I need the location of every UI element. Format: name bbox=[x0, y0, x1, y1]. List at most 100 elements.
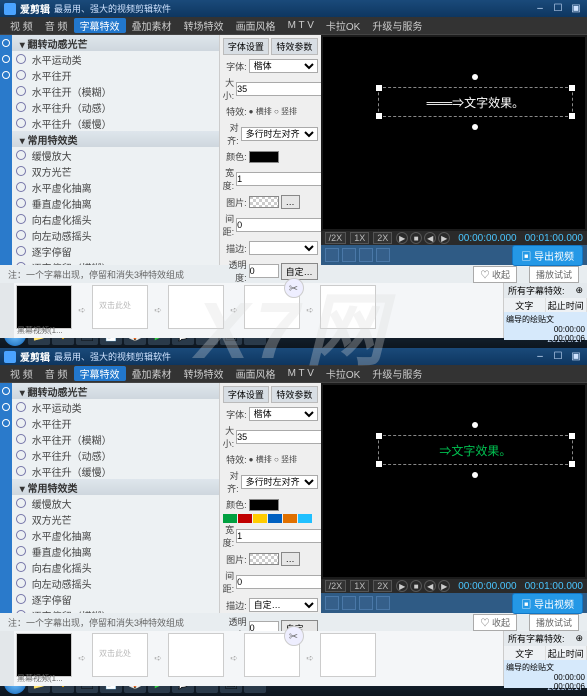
fx-item[interactable]: 向左动感摇头 bbox=[12, 575, 219, 591]
tab-fx[interactable]: 特效参数 bbox=[271, 38, 318, 55]
fx-item[interactable]: 缓慢放大 bbox=[12, 147, 219, 163]
fx-item[interactable]: 逐字停留 bbox=[12, 243, 219, 259]
play-controls[interactable]: ▶■◀▶ bbox=[396, 232, 450, 244]
max-button[interactable]: ☐ bbox=[551, 351, 565, 363]
play-test-button[interactable]: 播放试试 bbox=[529, 614, 579, 631]
clip-row[interactable]: 黑幕视频(1... ➪ 双击此处 ➪ ➪ ➪ bbox=[14, 631, 503, 686]
fx-item[interactable]: 水平虚化抽离 bbox=[12, 527, 219, 543]
zoom-half[interactable]: /2X bbox=[325, 232, 347, 244]
fx-item[interactable]: 缓慢放大 bbox=[12, 495, 219, 511]
fx-item[interactable]: 水平运动类 bbox=[12, 399, 219, 415]
menu-item[interactable]: 转场特效 bbox=[178, 18, 230, 33]
menu-item[interactable]: 视 频 bbox=[4, 366, 39, 381]
menu-item[interactable]: 叠加素材 bbox=[126, 18, 178, 33]
opacity-more[interactable]: 自定… bbox=[281, 263, 318, 280]
menu-item[interactable]: 画面风格 bbox=[230, 18, 282, 33]
opacity-input[interactable] bbox=[249, 264, 279, 278]
fx-item[interactable]: 双方光芒 bbox=[12, 511, 219, 527]
tool-icon-1[interactable] bbox=[325, 248, 339, 262]
align-select[interactable]: 多行时左对齐 bbox=[241, 127, 318, 141]
color-swatch[interactable] bbox=[249, 499, 279, 511]
fx-item[interactable]: 双方光芒 bbox=[12, 163, 219, 179]
menu-item[interactable]: M T V bbox=[282, 20, 320, 31]
fx-item[interactable]: 水平运动类 bbox=[12, 51, 219, 67]
clip-thumb-5[interactable] bbox=[320, 633, 376, 677]
fx-item[interactable]: 水平往升（动感） bbox=[12, 99, 219, 115]
fx-section-header[interactable]: ▾ 翻转动感光芒 bbox=[12, 383, 219, 399]
fx-item[interactable]: 逐字停留（模糊） bbox=[12, 607, 219, 613]
export-button[interactable]: ▣ 导出视频 bbox=[512, 593, 583, 614]
image-browse[interactable]: … bbox=[281, 552, 300, 566]
preview-text-frame[interactable]: ═══⇒文字效果。 bbox=[378, 87, 573, 117]
font-select[interactable]: 楷体 bbox=[249, 407, 318, 421]
fx-item[interactable]: 水平往开（模糊） bbox=[12, 431, 219, 447]
fx-item[interactable]: 向左动感摇头 bbox=[12, 227, 219, 243]
fx-item[interactable]: 向右虚化摇头 bbox=[12, 559, 219, 575]
fx-expand-icon[interactable]: ⊕ bbox=[575, 633, 583, 644]
zoom-1x[interactable]: 1X bbox=[350, 580, 369, 592]
tool-icon-2[interactable] bbox=[342, 248, 356, 262]
left-tool-strip[interactable] bbox=[0, 383, 12, 613]
clip-thumb-2[interactable]: 双击此处 bbox=[92, 285, 148, 329]
effects-list[interactable]: ▾ 翻转动感光芒水平运动类水平往开水平往开（模糊）水平往升（动感）水平往升（缓慢… bbox=[12, 35, 219, 265]
tab-fx[interactable]: 特效参数 bbox=[271, 386, 318, 403]
play-test-button[interactable]: 播放试试 bbox=[529, 266, 579, 283]
menu-item[interactable]: 音 频 bbox=[39, 18, 74, 33]
menu-item[interactable]: 字幕特效 bbox=[74, 366, 126, 381]
fx-item[interactable]: 水平虚化抽离 bbox=[12, 179, 219, 195]
play-controls[interactable]: ▶■◀▶ bbox=[396, 580, 450, 592]
font-select[interactable]: 楷体 bbox=[249, 59, 318, 73]
zoom-1x[interactable]: 1X bbox=[350, 232, 369, 244]
scissor-button[interactable]: ✂ bbox=[284, 278, 304, 298]
clip-thumb-1[interactable]: 黑幕视频(1... bbox=[16, 285, 72, 329]
menu-item[interactable]: 音 频 bbox=[39, 366, 74, 381]
stroke-select[interactable]: 自定… bbox=[249, 598, 318, 612]
fx-expand-icon[interactable]: ⊕ bbox=[575, 285, 583, 296]
collapse-button[interactable]: ♡ 收起 bbox=[473, 614, 517, 631]
fx-item[interactable]: 逐字停留（模糊） bbox=[12, 259, 219, 265]
fx-item[interactable]: 水平往升（缓慢） bbox=[12, 115, 219, 131]
menu-item[interactable]: 卡拉OK bbox=[320, 366, 366, 381]
image-swatch[interactable] bbox=[249, 196, 279, 208]
share-icon[interactable] bbox=[376, 248, 390, 262]
tool-icon-3[interactable] bbox=[359, 596, 373, 610]
fx-item[interactable]: 垂直虚化抽离 bbox=[12, 195, 219, 211]
fx-item[interactable]: 水平往开 bbox=[12, 67, 219, 83]
clip-thumb-1[interactable]: 黑幕视频(1... bbox=[16, 633, 72, 677]
clip-thumb-3[interactable] bbox=[168, 285, 224, 329]
share-icon[interactable] bbox=[376, 596, 390, 610]
fx-section-header[interactable]: ▾ 常用特效类 bbox=[12, 479, 219, 495]
fx-item[interactable]: 向右虚化摇头 bbox=[12, 211, 219, 227]
tab-font[interactable]: 字体设置 bbox=[223, 386, 270, 403]
image-browse[interactable]: … bbox=[281, 195, 300, 209]
fx-section-header[interactable]: ▾ 翻转动感光芒 bbox=[12, 35, 219, 51]
fx-item[interactable]: 水平往开（模糊） bbox=[12, 83, 219, 99]
fx-item[interactable]: 垂直虚化抽离 bbox=[12, 543, 219, 559]
fx-item[interactable]: 水平往开 bbox=[12, 415, 219, 431]
clip-thumb-2[interactable]: 双击此处 bbox=[92, 633, 148, 677]
min-button[interactable]: – bbox=[533, 351, 547, 363]
tool-icon-1[interactable] bbox=[325, 596, 339, 610]
menu-item[interactable]: 视 频 bbox=[4, 18, 39, 33]
menu-item[interactable]: 升级与服务 bbox=[366, 366, 428, 381]
zoom-2x[interactable]: 2X bbox=[373, 232, 392, 244]
effects-list[interactable]: ▾ 翻转动感光芒水平运动类水平往开水平往开（模糊）水平往升（动感）水平往升（缓慢… bbox=[12, 383, 219, 613]
menu-item[interactable]: 转场特效 bbox=[178, 366, 230, 381]
menu-item[interactable]: 升级与服务 bbox=[366, 18, 428, 33]
left-tool-strip[interactable] bbox=[0, 35, 12, 265]
preview-text-frame[interactable]: ⇒文字效果。 bbox=[378, 435, 573, 465]
fx-item[interactable]: 逐字停留 bbox=[12, 591, 219, 607]
min-button[interactable]: – bbox=[533, 3, 547, 15]
clip-row[interactable]: 黑幕视频(1... ➪ 双击此处 ➪ ➪ ➪ bbox=[14, 283, 503, 338]
fx-entry[interactable]: 编导的绘贴文 00:00:0000:00:06 bbox=[504, 312, 587, 340]
preview-area[interactable]: ═══⇒文字效果。 bbox=[323, 37, 585, 229]
scissor-button[interactable]: ✂ bbox=[284, 626, 304, 646]
menu-item[interactable]: 卡拉OK bbox=[320, 18, 366, 33]
color-swatch[interactable] bbox=[249, 151, 279, 163]
clip-thumb-3[interactable] bbox=[168, 633, 224, 677]
fx-entry[interactable]: 编导的绘贴文 00:00:0000:00:06 bbox=[504, 660, 587, 688]
menu-item[interactable]: M T V bbox=[282, 368, 320, 379]
fx-section-header[interactable]: ▾ 常用特效类 bbox=[12, 131, 219, 147]
menu-item[interactable]: 叠加素材 bbox=[126, 366, 178, 381]
stroke-select[interactable] bbox=[249, 241, 318, 255]
